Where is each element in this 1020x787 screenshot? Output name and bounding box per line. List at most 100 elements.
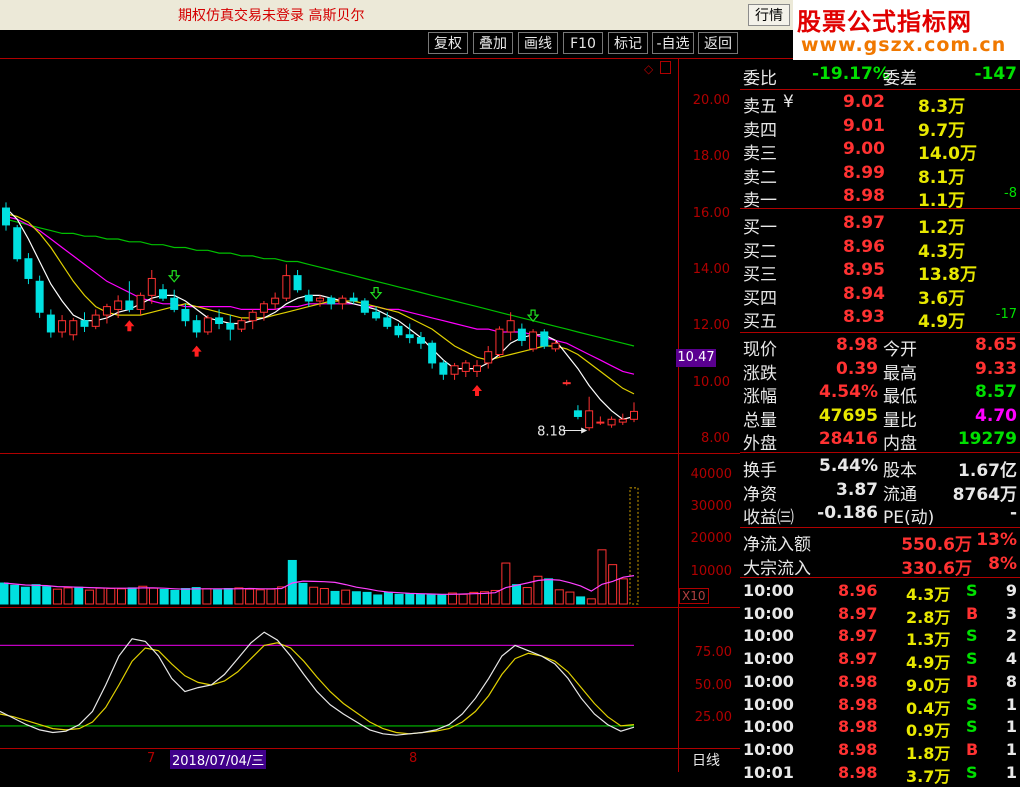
tick-side: B	[966, 671, 979, 691]
candle-body	[181, 308, 190, 322]
candle-body	[596, 421, 605, 424]
stat-value: 47695	[818, 405, 878, 426]
tick-time: 10:00	[743, 649, 794, 669]
month-mark: 7	[147, 751, 156, 766]
volume-bar	[127, 587, 137, 605]
volume-bar	[202, 588, 212, 605]
buy-signal-icon	[191, 345, 202, 357]
tick-price: 8.98	[838, 694, 878, 714]
stat-value: 8.65	[975, 335, 1017, 355]
info-label: 股本	[883, 461, 917, 481]
kdj-axis-label: 50.00	[694, 678, 732, 693]
buy-signal-icon	[124, 320, 135, 332]
stat-value: 4.54%	[819, 382, 878, 402]
tick-time: 10:00	[743, 694, 794, 714]
candle-body	[473, 365, 481, 372]
tick-side: S	[966, 626, 978, 646]
window-toggle-icon[interactable]	[660, 61, 671, 74]
volume-bar	[351, 591, 361, 605]
volume-axis-label: 30000	[690, 499, 732, 514]
kdj-axis-label: 25.00	[694, 710, 732, 725]
bid-volume: 4.9万	[918, 312, 966, 332]
ma5-line	[5, 207, 635, 420]
volume-bar	[597, 549, 607, 605]
volume-bar	[277, 586, 287, 605]
volume-unit-label: X10	[679, 588, 709, 604]
stat-label: 涨跌	[743, 363, 777, 384]
ask-row: 卖三 9.00 14.0万	[740, 139, 1020, 164]
stat-row: 外盘 28416 内盘 19279	[740, 429, 1020, 454]
ask-label: 卖五	[743, 97, 777, 117]
volume-bar	[52, 588, 62, 605]
tick-price: 8.97	[838, 649, 878, 669]
tick-side: S	[966, 694, 978, 714]
tick-row[interactable]: 10:00 8.96 4.3万 S 9	[740, 581, 1020, 604]
tick-time: 10:00	[743, 671, 794, 691]
logo-title: 股票公式指标网	[797, 8, 972, 36]
volume-bar	[309, 586, 319, 605]
candle-body	[327, 297, 336, 305]
tick-row[interactable]: 10:00 8.98 0.9万 S 1	[740, 717, 1020, 740]
low-marker-label: 8.18	[537, 425, 566, 440]
candle-body	[439, 362, 448, 375]
overlay-button[interactable]: 叠加	[473, 32, 513, 54]
diamond-icon[interactable]: ◇	[644, 62, 653, 76]
stat-value: 4.70	[975, 405, 1017, 426]
info-row: 收益㈢ -0.186 PE(动) -	[740, 503, 1020, 528]
tick-row[interactable]: 10:00 8.97 1.3万 S 2	[740, 626, 1020, 649]
tick-row[interactable]: 10:00 8.98 9.0万 B 8	[740, 671, 1020, 695]
candle-body	[136, 294, 145, 310]
stat-label: 今开	[883, 340, 917, 360]
restore-rights-button[interactable]: 复权	[428, 32, 468, 54]
tick-count: 1	[1005, 717, 1017, 737]
f10-button[interactable]: F10	[563, 32, 603, 54]
tick-row[interactable]: 10:01 8.98 3.7万 S 1	[740, 763, 1020, 786]
candle-body	[248, 311, 257, 322]
info-value: 8764万	[952, 484, 1017, 505]
volume-bar	[0, 582, 9, 605]
cursor-date-label: 2018/07/04/三	[170, 750, 267, 769]
mark-button[interactable]: 标记	[608, 32, 648, 54]
candle-body	[394, 325, 403, 336]
chart-canvas[interactable]: 8.18	[0, 59, 678, 749]
info-row: 换手 5.44% 股本 1.67亿	[740, 456, 1020, 481]
info-value: -0.186	[817, 503, 878, 523]
tick-time: 10:00	[743, 581, 794, 600]
back-button[interactable]: 返回	[698, 32, 738, 54]
volume-bar	[405, 593, 415, 605]
volume-bar	[298, 582, 308, 605]
candle-body	[585, 410, 594, 429]
chart-area[interactable]: 8.18 ◇ 20.00 18.00 16.00 14.00 12.00 10.…	[0, 59, 740, 772]
candle-body	[35, 280, 44, 313]
stat-value: 28416	[818, 429, 878, 449]
volume-axis-label: 10000	[690, 564, 732, 579]
ask-mark: ¥	[783, 92, 794, 112]
price-axis-label: 18.00	[692, 149, 730, 164]
tick-row[interactable]: 10:00 8.98 0.4万 S 1	[740, 694, 1020, 718]
volume-bar	[618, 578, 628, 605]
candle-body	[461, 362, 470, 372]
ask-row: 卖一 8.98 1.1万 -8	[740, 186, 1020, 211]
bid-label: 买二	[743, 241, 777, 262]
tick-row[interactable]: 10:00 8.97 2.8万 B 3	[740, 604, 1020, 627]
tick-row[interactable]: 10:00 8.98 1.8万 B 1	[740, 740, 1020, 763]
stat-value: 0.39	[836, 358, 878, 379]
ask-price: 9.00	[843, 139, 885, 159]
tick-row[interactable]: 10:00 8.97 4.9万 S 4	[740, 649, 1020, 672]
tick-volume: 4.3万	[906, 585, 951, 604]
volume-bar	[383, 591, 393, 605]
quote-button[interactable]: 行情	[748, 4, 790, 26]
candle-body	[484, 351, 493, 364]
draw-line-button[interactable]: 画线	[518, 32, 558, 54]
ask-price: 8.99	[843, 162, 885, 183]
ask-change: -8	[1004, 186, 1017, 201]
candle-body	[192, 320, 201, 333]
price-axis-label: 16.00	[692, 206, 730, 221]
volume-bar	[42, 586, 52, 605]
info-label: 净资	[743, 484, 777, 505]
period-selector[interactable]: 日线	[692, 750, 720, 770]
stat-label: 外盘	[743, 434, 777, 454]
remove-watchlist-button[interactable]: -自选	[652, 32, 694, 54]
ask-label: 卖三	[743, 144, 777, 164]
flow-percent: 8%	[988, 553, 1017, 574]
